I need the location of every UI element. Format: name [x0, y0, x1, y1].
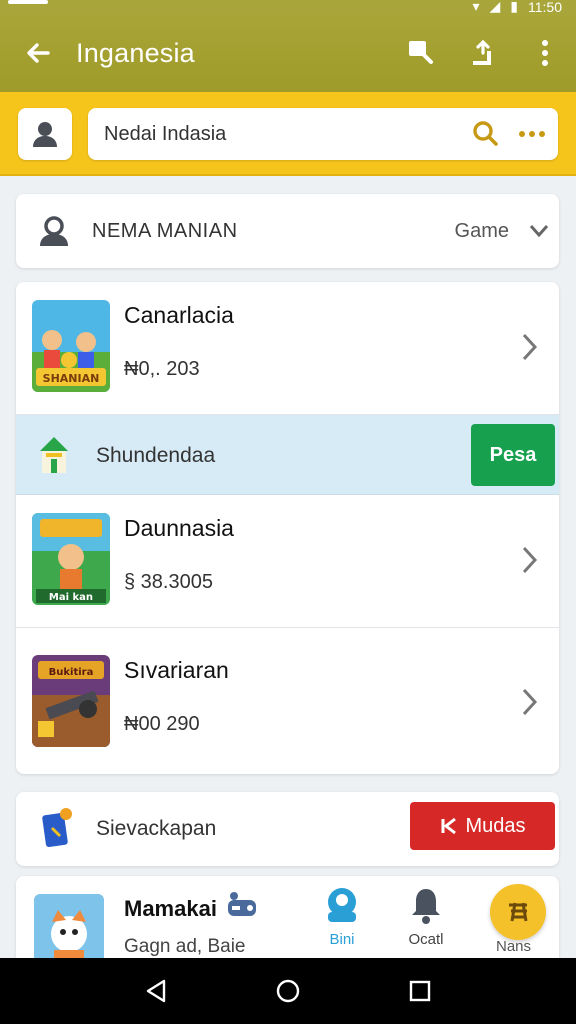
overflow-menu-button[interactable]: [514, 22, 576, 84]
profile-button[interactable]: [18, 108, 72, 160]
chevron-right-icon: [522, 546, 538, 574]
list-item[interactable]: SHANIAN Canarlacia ₦0,. 203: [16, 282, 559, 415]
promo-banner: Shundendaa Pesa: [16, 415, 559, 495]
game-price: § 38.3005: [124, 571, 213, 593]
search-band: [0, 92, 576, 176]
status-bar: ▾ ◢ ▮ 11:50: [0, 0, 576, 15]
gamepad-icon: [228, 892, 256, 916]
promo-button[interactable]: Pesa: [471, 424, 555, 486]
item-name: Mamakai: [124, 896, 217, 921]
signal-icon: ◢: [489, 0, 501, 14]
game-list: SHANIAN Canarlacia ₦0,. 203 Shundendaa P…: [16, 282, 559, 774]
game-name: Canarlacia: [124, 302, 234, 328]
special-offer-card: Sievackapan Mudas: [16, 792, 559, 866]
svg-text:Mai kan: Mai kan: [49, 592, 93, 603]
search-input[interactable]: [104, 122, 466, 146]
battery-icon: ▮: [510, 0, 518, 14]
game-thumbnail: Mai kan: [32, 513, 110, 605]
back-button[interactable]: [0, 14, 76, 92]
page-title: Inganesia: [76, 37, 195, 68]
svg-text:SHANIAN: SHANIAN: [43, 372, 100, 385]
game-price: ₦0,. 203: [124, 358, 200, 380]
person-icon: [40, 216, 68, 246]
back-arrow-icon: [27, 43, 50, 63]
chevron-right-icon: [522, 333, 538, 361]
search-box[interactable]: [88, 108, 558, 160]
special-button-label: Mudas: [465, 814, 526, 837]
nav-notifications-label: Ocatl: [408, 931, 444, 948]
upload-icon: [473, 39, 491, 65]
house-icon: [40, 437, 68, 473]
nav-notifications[interactable]: Ocatl: [396, 886, 456, 948]
status-time: 11:50: [528, 0, 562, 15]
back-triangle-icon[interactable]: [144, 978, 168, 1004]
bottom-panel: Mamakai Gagn ad, Baie Bini Ocatl Nans: [16, 876, 559, 974]
special-label: Sievackapan: [96, 817, 217, 840]
section-action-label[interactable]: Game: [455, 220, 509, 243]
game-thumbnail: SHANIAN: [32, 300, 110, 392]
home-circle-icon[interactable]: [275, 978, 301, 1004]
search-button[interactable]: [390, 22, 452, 84]
game-price: ₦00 290: [124, 713, 200, 735]
puzzle-icon: [509, 902, 528, 922]
user-icon: [33, 122, 57, 147]
share-button[interactable]: [452, 22, 514, 84]
nav-fab-label: Nans: [496, 938, 532, 955]
search-submit-icon[interactable]: [466, 120, 506, 148]
close-icon: [441, 817, 457, 835]
wifi-icon: ▾: [472, 0, 480, 14]
game-name: Sıvariaran: [124, 657, 229, 683]
section-title: NEMA MANIAN: [92, 219, 238, 242]
more-vertical-icon: [542, 40, 548, 66]
game-thumbnail: Bukitira: [32, 655, 110, 747]
bell-icon: [412, 889, 440, 924]
chevron-down-icon: [529, 225, 549, 238]
promo-label: Shundendaa: [96, 444, 216, 467]
nav-home-label: Bini: [329, 931, 355, 948]
special-button[interactable]: Mudas: [410, 802, 555, 850]
section-header[interactable]: NEMA MANIAN Game: [16, 194, 559, 268]
nav-fab-button[interactable]: [490, 884, 546, 940]
item-subtitle: Gagn ad, Baie: [124, 936, 246, 957]
svg-text:Bukitira: Bukitira: [49, 667, 94, 678]
chevron-right-icon: [522, 688, 538, 716]
recents-square-icon[interactable]: [408, 979, 432, 1003]
more-horizontal-icon[interactable]: [506, 130, 558, 138]
app-bar: Inganesia: [0, 14, 576, 92]
profile-nav-icon: [328, 888, 356, 922]
list-item[interactable]: Mai kan Daunnasia § 38.3005: [16, 495, 559, 628]
search-icon: [409, 41, 433, 64]
ticket-icon: [42, 808, 72, 847]
game-name: Daunnasia: [124, 515, 234, 541]
list-item[interactable]: Bukitira Sıvariaran ₦00 290: [16, 637, 559, 770]
nav-home[interactable]: Bini: [312, 886, 372, 948]
status-indicator: [8, 0, 48, 4]
system-nav-bar: [0, 958, 576, 1024]
